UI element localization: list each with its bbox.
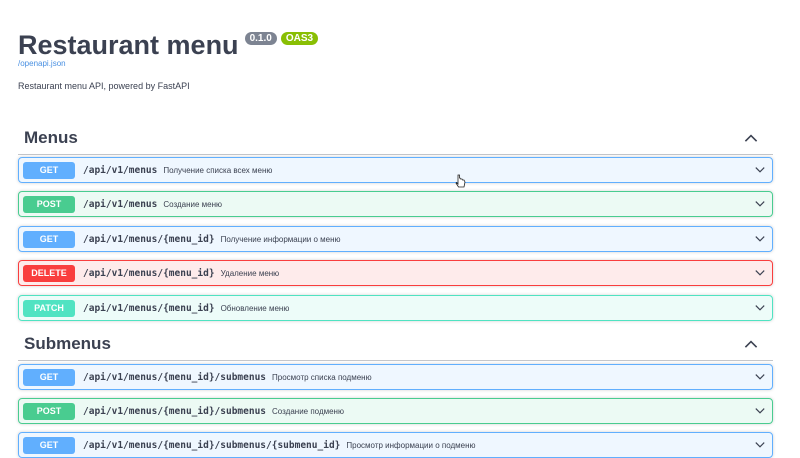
chevron-down-icon[interactable] [754, 267, 766, 279]
tag-title: Menus [24, 128, 78, 147]
chevron-down-icon[interactable] [754, 405, 766, 417]
api-description: Restaurant menu API, powered by FastAPI [18, 81, 190, 91]
oas-badge: OAS3 [280, 32, 319, 45]
operation-summary: Получение списка всех меню [163, 165, 273, 175]
operation-path: /api/v1/menus/{menu_id}/submenus [83, 371, 267, 383]
method-badge: GET [23, 161, 75, 179]
chevron-up-icon[interactable] [743, 130, 759, 146]
openapi-json-link[interactable]: /openapi.json [18, 59, 66, 68]
method-badge: GET [23, 368, 75, 386]
tag-section-submenus: Submenus [18, 328, 773, 361]
operation-patch-menu[interactable]: PATCH /api/v1/menus/{menu_id} Обновление… [18, 295, 773, 321]
version-badge: 0.1.0 [244, 32, 277, 45]
operation-post-submenus[interactable]: POST /api/v1/menus/{menu_id}/submenus Со… [18, 398, 773, 424]
operation-delete-menu[interactable]: DELETE /api/v1/menus/{menu_id} Удаление … [18, 260, 773, 286]
operation-summary: Создание подменю [272, 406, 344, 416]
chevron-down-icon[interactable] [754, 439, 766, 451]
operation-summary: Получение информации о меню [220, 234, 341, 244]
page-title: Restaurant menu [18, 30, 239, 60]
operation-summary: Создание меню [163, 199, 223, 209]
operation-path: /api/v1/menus/{menu_id} [83, 233, 215, 245]
operation-get-menu[interactable]: GET /api/v1/menus/{menu_id} Получение ин… [18, 226, 773, 252]
operation-summary: Просмотр списка подменю [272, 372, 372, 382]
operation-path: /api/v1/menus/{menu_id}/submenus/{submen… [83, 439, 341, 451]
tag-header-menus[interactable]: Menus [18, 122, 773, 155]
tag-section-menus: Menus [18, 122, 773, 155]
method-badge: PATCH [23, 299, 75, 317]
operation-path: /api/v1/menus [83, 198, 158, 210]
chevron-down-icon[interactable] [754, 302, 766, 314]
tag-title: Submenus [24, 334, 111, 353]
operation-path: /api/v1/menus/{menu_id} [83, 267, 215, 279]
operation-post-menus[interactable]: POST /api/v1/menus Создание меню [18, 191, 773, 217]
operation-path: /api/v1/menus/{menu_id}/submenus [83, 405, 267, 417]
operation-summary: Удаление меню [220, 268, 280, 278]
chevron-down-icon[interactable] [754, 198, 766, 210]
title-row: Restaurant menu 0.1.0 OAS3 [18, 28, 319, 62]
chevron-up-icon[interactable] [743, 336, 759, 352]
method-badge: GET [23, 230, 75, 248]
method-badge: POST [23, 402, 75, 420]
chevron-down-icon[interactable] [754, 164, 766, 176]
operation-get-submenus[interactable]: GET /api/v1/menus/{menu_id}/submenus Про… [18, 364, 773, 390]
operation-path: /api/v1/menus [83, 164, 158, 176]
operation-get-menus[interactable]: GET /api/v1/menus Получение списка всех … [18, 157, 773, 183]
operation-summary: Обновление меню [220, 303, 290, 313]
method-badge: DELETE [23, 264, 75, 282]
method-badge: POST [23, 195, 75, 213]
operation-get-submenu[interactable]: GET /api/v1/menus/{menu_id}/submenus/{su… [18, 432, 773, 458]
chevron-down-icon[interactable] [754, 371, 766, 383]
operation-path: /api/v1/menus/{menu_id} [83, 302, 215, 314]
operation-summary: Просмотр информации о подменю [346, 440, 476, 450]
tag-header-submenus[interactable]: Submenus [18, 328, 773, 361]
api-info: Restaurant menu 0.1.0 OAS3 [18, 28, 319, 62]
chevron-down-icon[interactable] [754, 233, 766, 245]
mouse-pointer-icon [455, 174, 466, 188]
